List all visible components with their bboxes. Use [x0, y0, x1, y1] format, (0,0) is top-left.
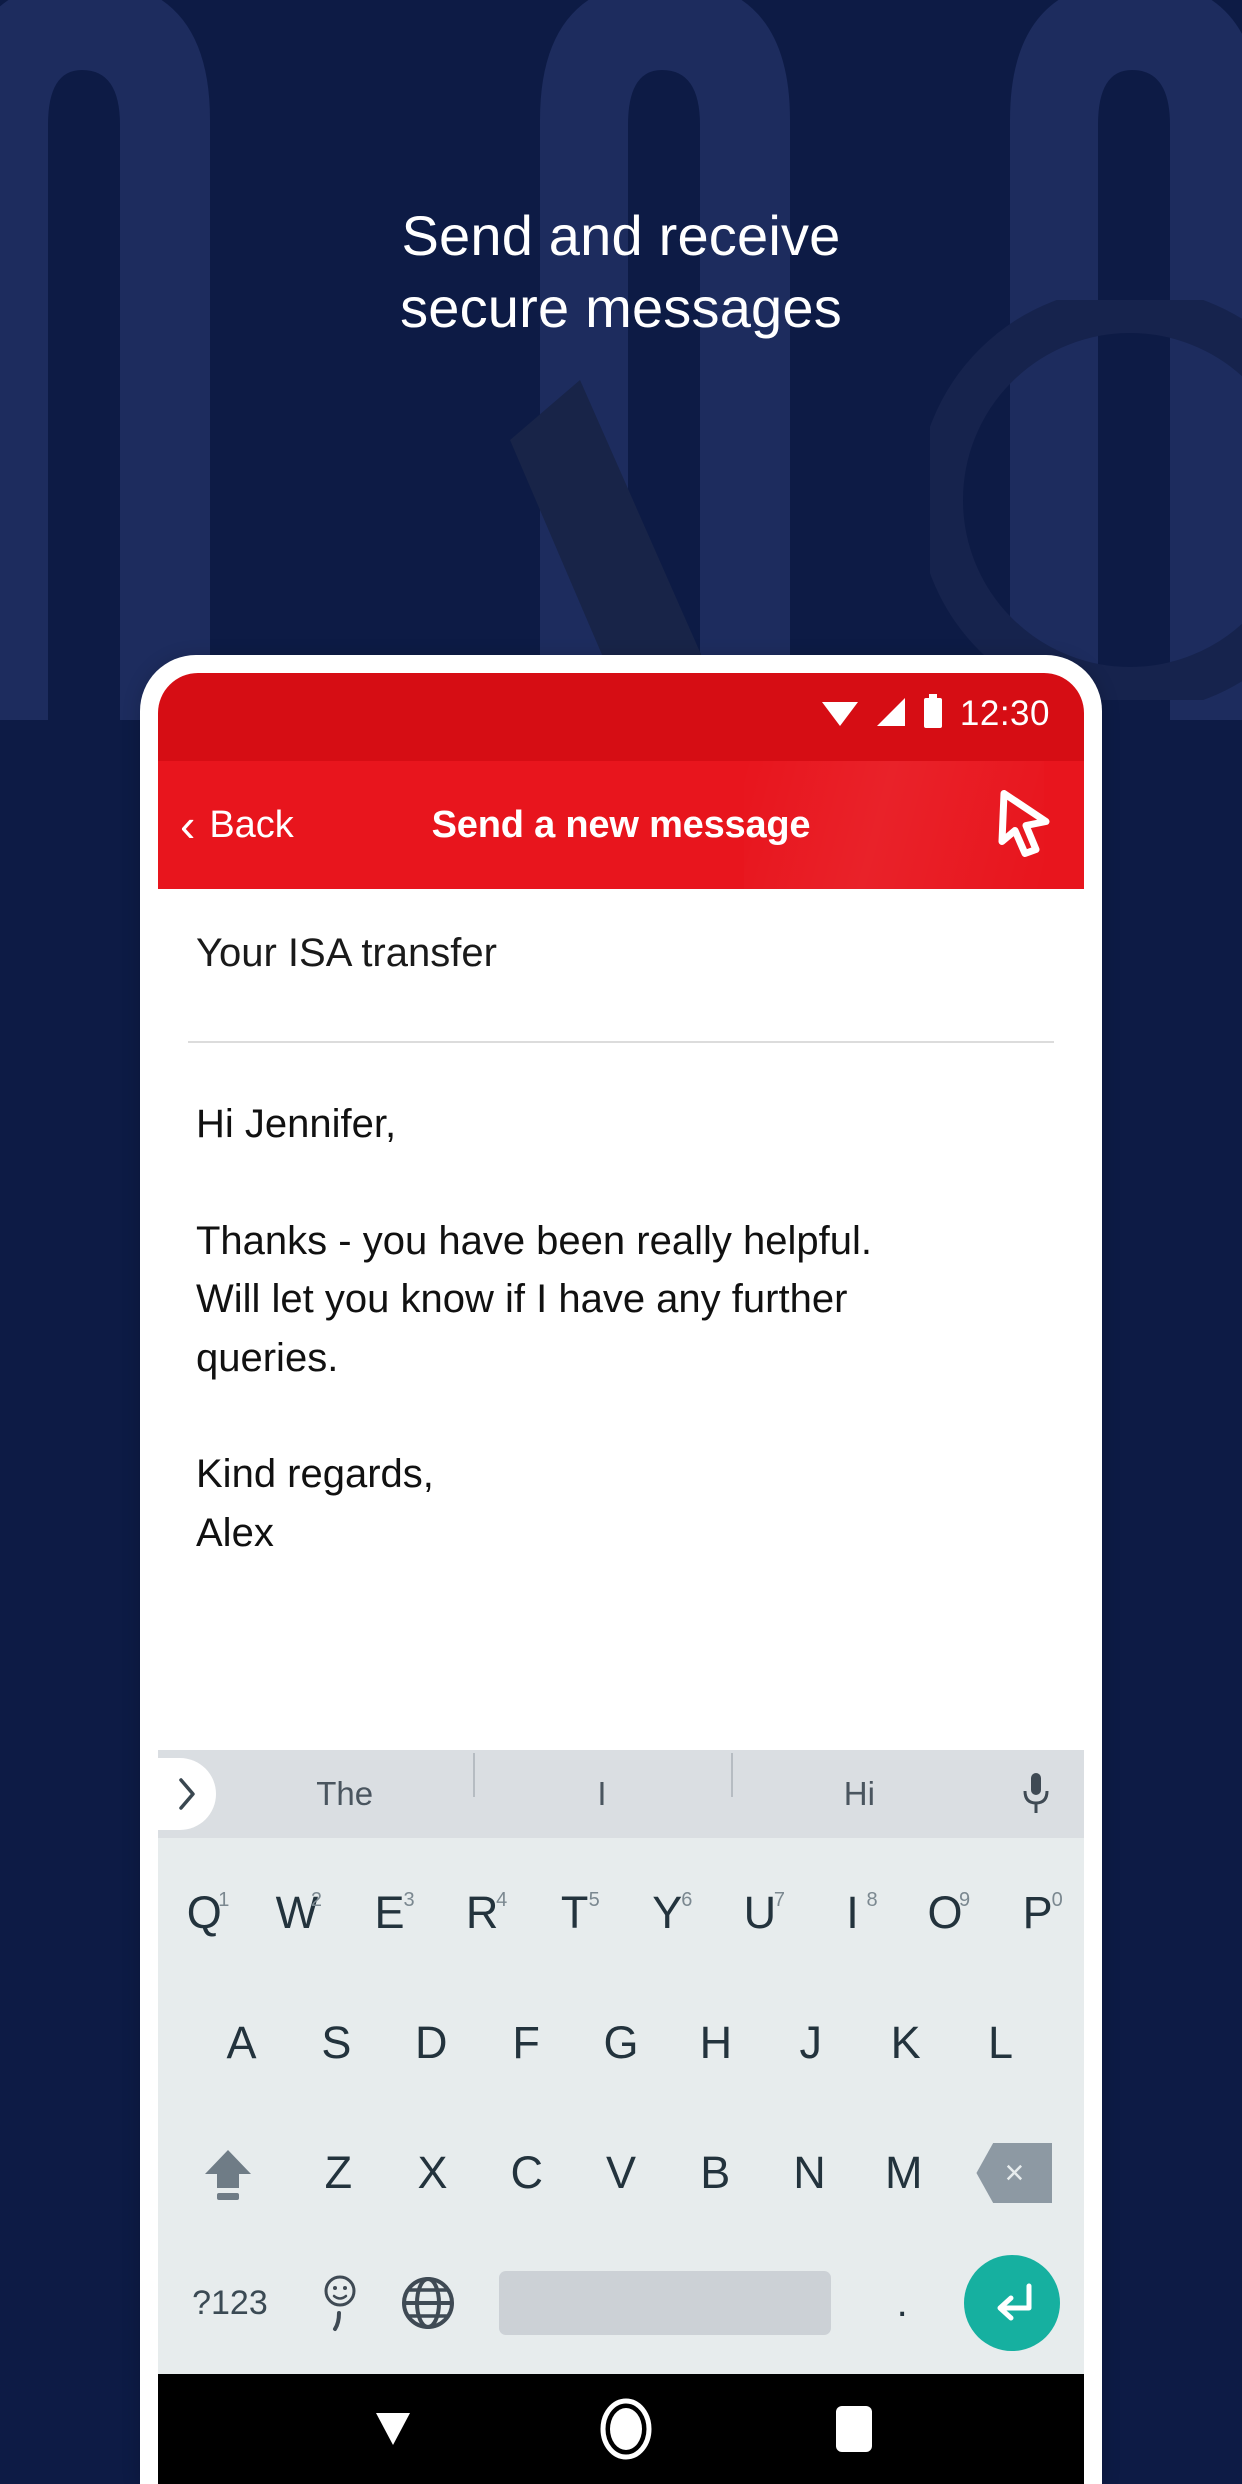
key-p-letter: P — [1022, 1887, 1053, 1938]
key-p-number: 0 — [1051, 1889, 1063, 1911]
key-w-number: 2 — [310, 1889, 323, 1911]
message-body-input[interactable]: Hi Jennifer, Thanks - you have been real… — [158, 1043, 1084, 1750]
key-s[interactable]: S — [289, 2017, 384, 2069]
key-r-number: 4 — [496, 1889, 508, 1911]
key-i-number: 8 — [866, 1889, 878, 1911]
subject-row[interactable]: Your ISA transfer — [158, 889, 1084, 1041]
back-button-label: Back — [209, 803, 294, 846]
key-z[interactable]: Z — [291, 2147, 385, 2199]
backspace-icon[interactable]: × — [951, 2143, 1078, 2203]
key-w[interactable]: 2W — [251, 1887, 344, 1939]
keyboard-row-4: ?123 . — [158, 2238, 1084, 2368]
battery-icon — [922, 693, 944, 735]
suggestion-word-3[interactable]: Hi — [730, 1753, 988, 1813]
key-x[interactable]: X — [385, 2147, 479, 2199]
key-c[interactable]: C — [480, 2147, 574, 2199]
key-period[interactable]: . — [858, 2281, 946, 2326]
phone-mockup: 12:30 ‹ Back Send a new message Your ISA… — [140, 655, 1102, 2484]
key-u-letter: U — [743, 1887, 777, 1938]
microphone-icon[interactable] — [988, 1771, 1084, 1817]
key-t[interactable]: 5T — [528, 1887, 621, 1939]
keyboard-row-2: A S D F G H J K L — [158, 1978, 1084, 2108]
key-a[interactable]: A — [194, 2017, 289, 2069]
key-t-number: 5 — [588, 1889, 600, 1911]
emoji-smiley-icon[interactable] — [296, 2271, 384, 2335]
key-b[interactable]: B — [668, 2147, 762, 2199]
key-j[interactable]: J — [763, 2017, 858, 2069]
backspace-glyph: × — [976, 2143, 1053, 2203]
key-y-number: 6 — [681, 1889, 693, 1911]
key-v[interactable]: V — [574, 2147, 668, 2199]
on-screen-keyboard: 1Q 2W 3E 4R 5T 6Y 7U 8I 9O 0P A S D F G — [158, 1838, 1084, 2374]
android-nav-bar — [158, 2374, 1084, 2484]
key-i-letter: I — [846, 1887, 859, 1938]
key-f[interactable]: F — [479, 2017, 574, 2069]
key-q-letter: Q — [186, 1887, 222, 1938]
compose-area: Your ISA transfer Hi Jennifer, Thanks - … — [158, 889, 1084, 1750]
key-o[interactable]: 9O — [899, 1887, 992, 1939]
enter-return-icon[interactable] — [946, 2255, 1078, 2351]
phone-frame: 12:30 ‹ Back Send a new message Your ISA… — [140, 655, 1102, 2484]
key-e[interactable]: 3E — [343, 1887, 436, 1939]
key-h[interactable]: H — [668, 2017, 763, 2069]
key-e-number: 3 — [403, 1889, 415, 1911]
status-bar-time: 12:30 — [959, 694, 1050, 733]
key-t-letter: T — [560, 1887, 589, 1938]
key-u[interactable]: 7U — [714, 1887, 807, 1939]
key-k[interactable]: K — [858, 2017, 953, 2069]
key-l[interactable]: L — [953, 2017, 1048, 2069]
status-bar: 12:30 — [158, 673, 1084, 761]
shift-arrow-icon[interactable] — [164, 2142, 291, 2204]
key-u-number: 7 — [773, 1889, 785, 1911]
subject-input[interactable]: Your ISA transfer — [196, 931, 1046, 976]
key-r[interactable]: 4R — [436, 1887, 529, 1939]
nav-back-triangle-icon[interactable] — [370, 2409, 416, 2449]
key-y-letter: Y — [652, 1887, 683, 1938]
keyboard-suggestion-bar: The I Hi — [158, 1750, 1084, 1838]
back-button[interactable]: ‹ Back — [180, 802, 294, 848]
key-n[interactable]: N — [762, 2147, 856, 2199]
key-q-number: 1 — [218, 1889, 230, 1911]
chevron-left-icon: ‹ — [180, 799, 196, 851]
key-o-letter: O — [927, 1887, 963, 1938]
nav-home-circle-icon[interactable] — [599, 2398, 653, 2460]
status-bar-icons — [820, 693, 944, 735]
keyboard-row-3: Z X C V B N M × — [158, 2108, 1084, 2238]
key-e-letter: E — [374, 1887, 405, 1938]
key-r-letter: R — [465, 1887, 499, 1938]
wifi-icon — [820, 696, 860, 733]
recents-square-shape — [836, 2406, 873, 2452]
key-g[interactable]: G — [574, 2017, 669, 2069]
headline-line-2: secure messages — [400, 275, 842, 339]
key-y[interactable]: 6Y — [621, 1887, 714, 1939]
nav-recents-square-icon[interactable] — [836, 2406, 873, 2452]
keyboard-row-1: 1Q 2W 3E 4R 5T 6Y 7U 8I 9O 0P — [158, 1848, 1084, 1978]
phone-screen: 12:30 ‹ Back Send a new message Your ISA… — [158, 673, 1084, 2484]
page-headline: Send and receive secure messages — [0, 200, 1242, 343]
suggestion-word-2[interactable]: I — [473, 1753, 730, 1813]
key-d[interactable]: D — [384, 2017, 479, 2069]
space-bar[interactable] — [472, 2271, 859, 2335]
app-header: ‹ Back Send a new message — [158, 761, 1084, 889]
key-o-number: 9 — [959, 1889, 971, 1911]
suggestion-word-1[interactable]: The — [216, 1775, 473, 1813]
key-m[interactable]: M — [857, 2147, 951, 2199]
chevron-right-icon[interactable] — [158, 1758, 216, 1830]
key-i[interactable]: 8I — [806, 1887, 899, 1939]
key-numbers-symbols[interactable]: ?123 — [164, 2284, 296, 2323]
globe-icon[interactable] — [384, 2275, 472, 2331]
enter-button-circle — [964, 2255, 1061, 2351]
space-bar-visual — [498, 2271, 832, 2335]
headline-line-1: Send and receive — [401, 204, 841, 267]
page-title: Send a new message — [431, 803, 811, 846]
key-q[interactable]: 1Q — [158, 1887, 251, 1939]
cursor-pointer-icon — [994, 788, 1056, 863]
key-p[interactable]: 0P — [991, 1887, 1084, 1939]
signal-icon — [873, 696, 909, 733]
